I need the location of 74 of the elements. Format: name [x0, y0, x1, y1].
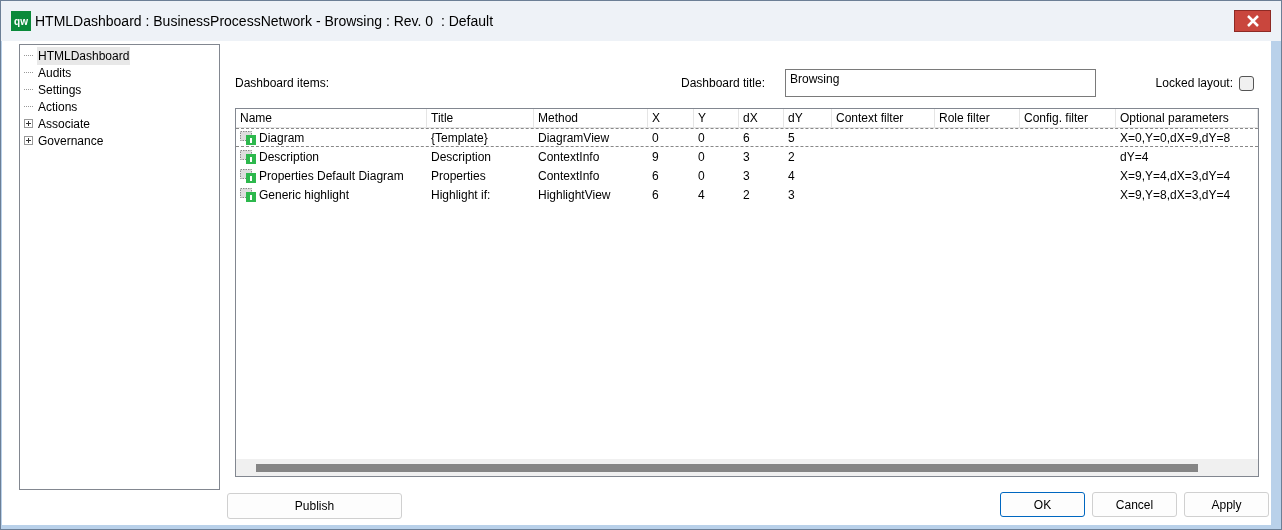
- table-cell-text: 6: [652, 186, 659, 204]
- table-row[interactable]: Generic highlight Highlight if: HighlightView 6 4 2 3 X=9,Y=8,dX=3,dY=4: [236, 185, 1258, 204]
- table-cell-text: 2: [788, 148, 795, 166]
- dashboard-title-field[interactable]: Browsing: [785, 69, 1096, 97]
- table-cell-text: {Template}: [431, 129, 488, 147]
- table-row[interactable]: Diagram {Template} DiagramView 0 0 6 5 X=0,Y=0,dX=9,dY=8: [236, 128, 1258, 147]
- horizontal-scrollbar[interactable]: [236, 459, 1258, 476]
- table-cell-text: 0: [698, 148, 705, 166]
- table-row[interactable]: Description Description ContextInfo 9 0 3 2 dY=4: [236, 147, 1258, 166]
- close-icon: [1246, 15, 1259, 27]
- table-cell-text: DiagramView: [538, 129, 610, 147]
- table-cell-text: ContextInfo: [538, 148, 600, 166]
- tree-item[interactable]: Associate: [37, 114, 92, 133]
- column-header[interactable]: Optional parameters: [1116, 109, 1258, 127]
- table-cell-text: 0: [698, 129, 705, 147]
- table-cell-text: Description: [259, 148, 320, 166]
- table-cell-text: 5: [788, 129, 795, 147]
- table-cell-text: 2: [743, 186, 750, 204]
- tree-item[interactable]: HTMLDashboard: [37, 46, 131, 65]
- dashboard-title-label: Dashboard title:: [681, 75, 767, 92]
- column-header[interactable]: Config. filter: [1020, 109, 1116, 127]
- column-header[interactable]: Context filter: [832, 109, 935, 127]
- expand-icon[interactable]: [24, 136, 33, 145]
- column-header[interactable]: Title: [427, 109, 534, 127]
- table-cell-text: dY=4: [1120, 148, 1149, 166]
- dialog-button[interactable]: Cancel: [1092, 492, 1177, 517]
- table-cell-text: X=9,Y=8,dX=3,dY=4: [1120, 186, 1231, 204]
- column-header[interactable]: dY: [784, 109, 832, 127]
- locked-layout-checkbox[interactable]: [1239, 75, 1254, 91]
- table-cell-text: 6: [743, 129, 750, 147]
- dialog-button[interactable]: Apply: [1184, 492, 1269, 517]
- table-cell-text: ContextInfo: [538, 167, 600, 185]
- locked-layout-label: Locked layout:: [1155, 75, 1233, 92]
- table-cell-text: HighlightView: [538, 186, 611, 204]
- table-cell-text: 3: [743, 167, 750, 185]
- table-cell-text: 0: [698, 167, 705, 185]
- table-cell-text: X=9,Y=4,dX=3,dY=4: [1120, 167, 1231, 185]
- tree-item[interactable]: Actions: [37, 97, 79, 116]
- column-header[interactable]: Name: [236, 109, 427, 127]
- column-header[interactable]: dX: [739, 109, 784, 127]
- table-cell-text: 0: [652, 129, 659, 147]
- table-cell-text: Properties: [431, 167, 486, 185]
- table-cell-text: 3: [788, 186, 795, 204]
- table-cell-text: 3: [743, 148, 750, 166]
- tree-item[interactable]: Audits: [37, 63, 73, 82]
- column-header[interactable]: Method: [534, 109, 648, 127]
- tree-item[interactable]: Governance: [37, 131, 105, 150]
- window-title: HTMLDashboard : BusinessProcessNetwork - Browsing : Rev. 0 : Default: [35, 11, 494, 31]
- item-icon: [240, 168, 257, 183]
- item-icon: [240, 149, 257, 164]
- tree-item[interactable]: Settings: [37, 80, 83, 99]
- column-header[interactable]: Y: [694, 109, 739, 127]
- table-cell-text: 4: [698, 186, 705, 204]
- dialog-button[interactable]: OK: [1000, 492, 1085, 517]
- close-button[interactable]: [1234, 10, 1271, 32]
- item-icon: [240, 187, 257, 202]
- table-cell-text: Generic highlight: [259, 186, 350, 204]
- table-cell-text: Description: [431, 148, 492, 166]
- table-cell-text: Diagram: [259, 129, 305, 147]
- table-cell-text: 4: [788, 167, 795, 185]
- column-header[interactable]: Role filter: [935, 109, 1020, 127]
- app-logo-icon: qw: [11, 11, 31, 31]
- dashboard-items-label: Dashboard items:: [235, 75, 331, 92]
- table-cell-text: X=0,Y=0,dX=9,dY=8: [1120, 129, 1231, 147]
- table-cell-text: 6: [652, 167, 659, 185]
- expand-icon[interactable]: [24, 119, 33, 128]
- table-row[interactable]: Properties Default Diagram Properties ContextInfo 6 0 3 4 X=9,Y=4,dX=3,dY=4: [236, 166, 1258, 185]
- dialog-button[interactable]: Publish: [227, 493, 402, 519]
- table-cell-text: 9: [652, 148, 659, 166]
- column-header[interactable]: X: [648, 109, 694, 127]
- table-cell-text: Highlight if:: [431, 186, 491, 204]
- item-icon: [240, 130, 257, 145]
- table-cell-text: Properties Default Diagram: [259, 167, 404, 185]
- scrollbar-thumb[interactable]: [256, 463, 1198, 472]
